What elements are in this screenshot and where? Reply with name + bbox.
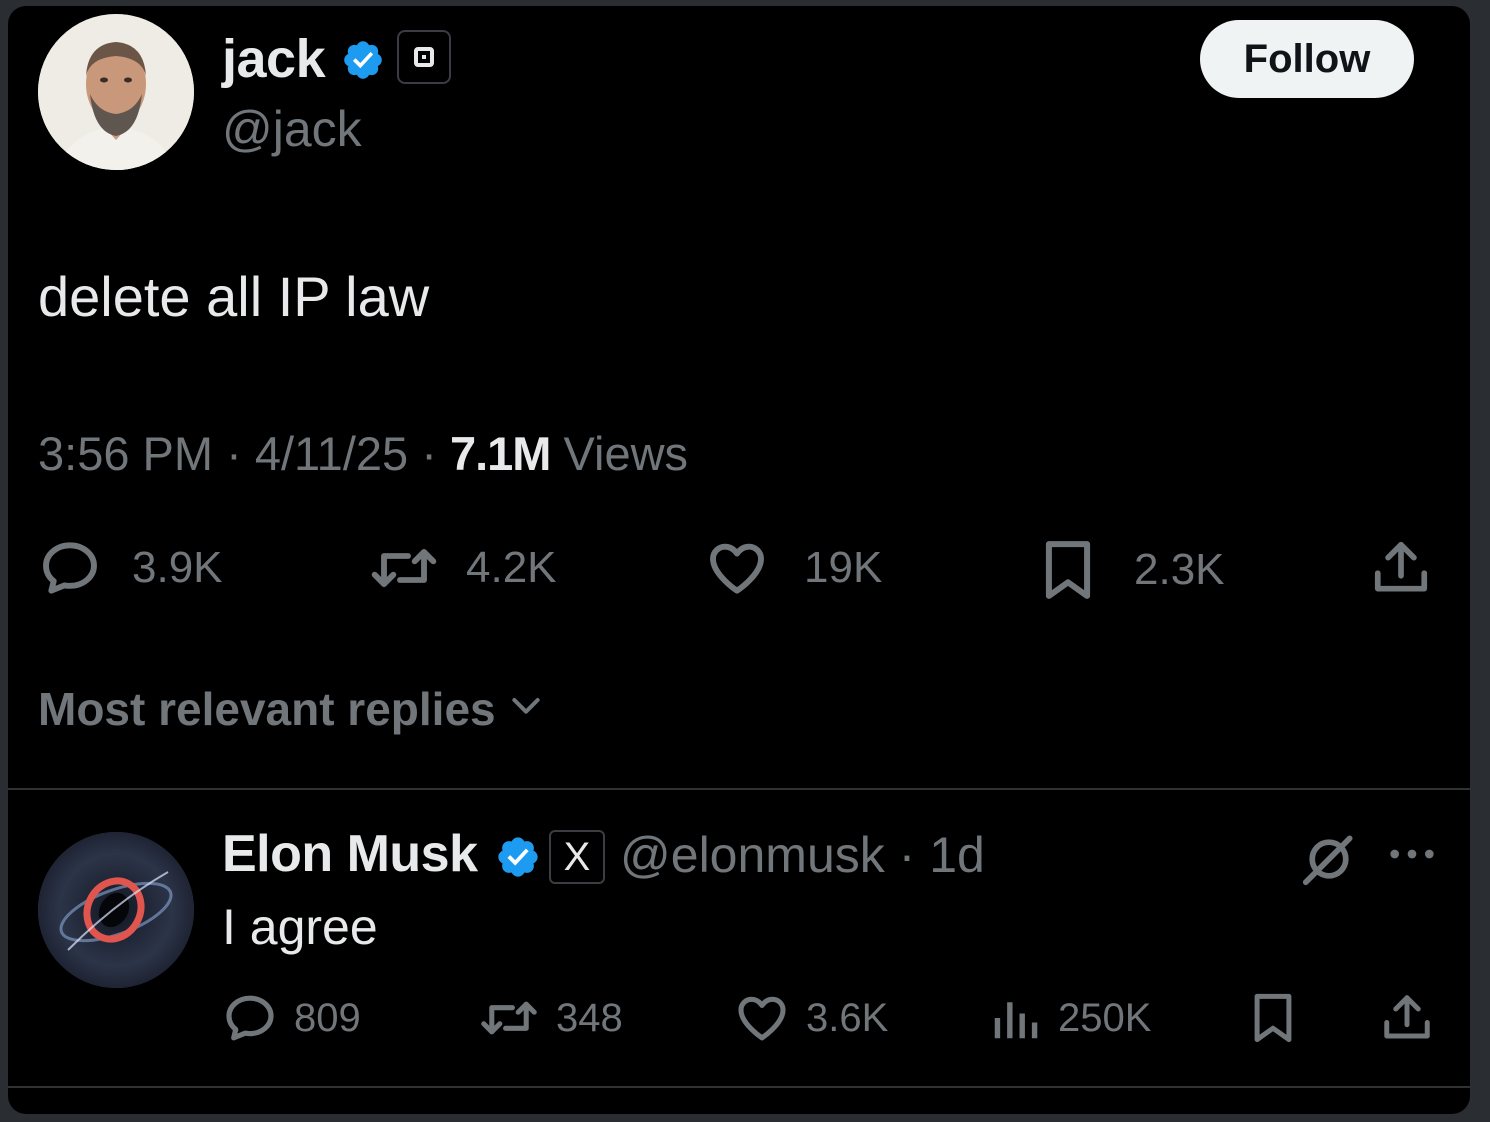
repost-icon	[368, 536, 440, 600]
reply-action[interactable]: 3.9K	[38, 536, 223, 600]
reply-age[interactable]: 1d	[929, 827, 985, 883]
bookmark-icon	[1038, 536, 1098, 604]
reply-views-action[interactable]: 250K	[988, 990, 1151, 1046]
x-affiliate-badge[interactable]: X	[549, 830, 605, 884]
replies-sort-dropdown[interactable]: Most relevant replies	[38, 682, 546, 736]
reply-reply-action[interactable]: 809	[222, 990, 361, 1046]
reply-icon	[222, 990, 278, 1046]
like-icon	[734, 990, 790, 1046]
tweet-time[interactable]: 3:56 PM	[38, 427, 213, 480]
reply-repost-action[interactable]: 348	[478, 990, 623, 1046]
meta-separator: ·	[226, 427, 255, 480]
like-action[interactable]: 19K	[704, 536, 882, 600]
reply-icon	[38, 536, 102, 600]
replies-sort-label: Most relevant replies	[38, 683, 496, 735]
reply-handle-line: @elonmusk · 1d	[620, 826, 985, 884]
reply-author-handle[interactable]: @elonmusk	[620, 827, 885, 883]
reply-repost-count: 348	[556, 995, 623, 1040]
divider	[8, 788, 1470, 790]
avatar-jack[interactable]	[38, 14, 194, 170]
share-action[interactable]	[1370, 536, 1432, 600]
follow-button[interactable]: Follow	[1200, 20, 1414, 98]
like-count: 19K	[804, 543, 883, 592]
views-label: Views	[563, 427, 689, 480]
views-count: 7.1M	[449, 427, 551, 480]
verified-icon	[341, 38, 385, 82]
avatar-elon[interactable]	[38, 832, 194, 988]
tweet-text: delete all IP law	[38, 265, 430, 328]
affiliate-badge-icon[interactable]	[397, 30, 451, 84]
like-icon	[704, 536, 770, 600]
verified-icon	[495, 834, 539, 878]
tweet-meta: 3:56 PM · 4/11/25 · 7.1M Views	[38, 426, 688, 481]
bookmark-action[interactable]: 2.3K	[1038, 536, 1225, 604]
more-icon[interactable]	[1386, 832, 1438, 881]
views-icon	[988, 990, 1042, 1046]
share-icon[interactable]	[1380, 990, 1434, 1051]
divider	[8, 1086, 1470, 1088]
meta-separator: ·	[421, 427, 450, 480]
author-name[interactable]: jack	[222, 28, 326, 90]
reply-like-action[interactable]: 3.6K	[734, 990, 888, 1046]
share-icon	[1370, 536, 1432, 600]
reply-views-count: 250K	[1058, 995, 1152, 1040]
author-handle[interactable]: @jack	[222, 100, 362, 158]
tweet-date[interactable]: 4/11/25	[255, 427, 408, 480]
tweet-card: jack @jack Follow delete all IP law 3:56…	[8, 6, 1470, 1114]
meta-separator: ·	[884, 827, 930, 883]
bookmark-icon[interactable]	[1248, 990, 1298, 1051]
chevron-down-icon	[506, 682, 546, 736]
reply-count: 3.9K	[132, 543, 223, 592]
reply-reply-count: 809	[294, 995, 361, 1040]
repost-count: 4.2K	[466, 543, 557, 592]
reply-text: I agree	[222, 899, 378, 955]
reply-like-count: 3.6K	[806, 995, 889, 1040]
repost-icon	[478, 990, 540, 1046]
grok-icon[interactable]	[1298, 828, 1360, 895]
reply-author-name[interactable]: Elon Musk	[222, 824, 478, 884]
bookmark-count: 2.3K	[1134, 545, 1225, 594]
repost-action[interactable]: 4.2K	[368, 536, 557, 600]
